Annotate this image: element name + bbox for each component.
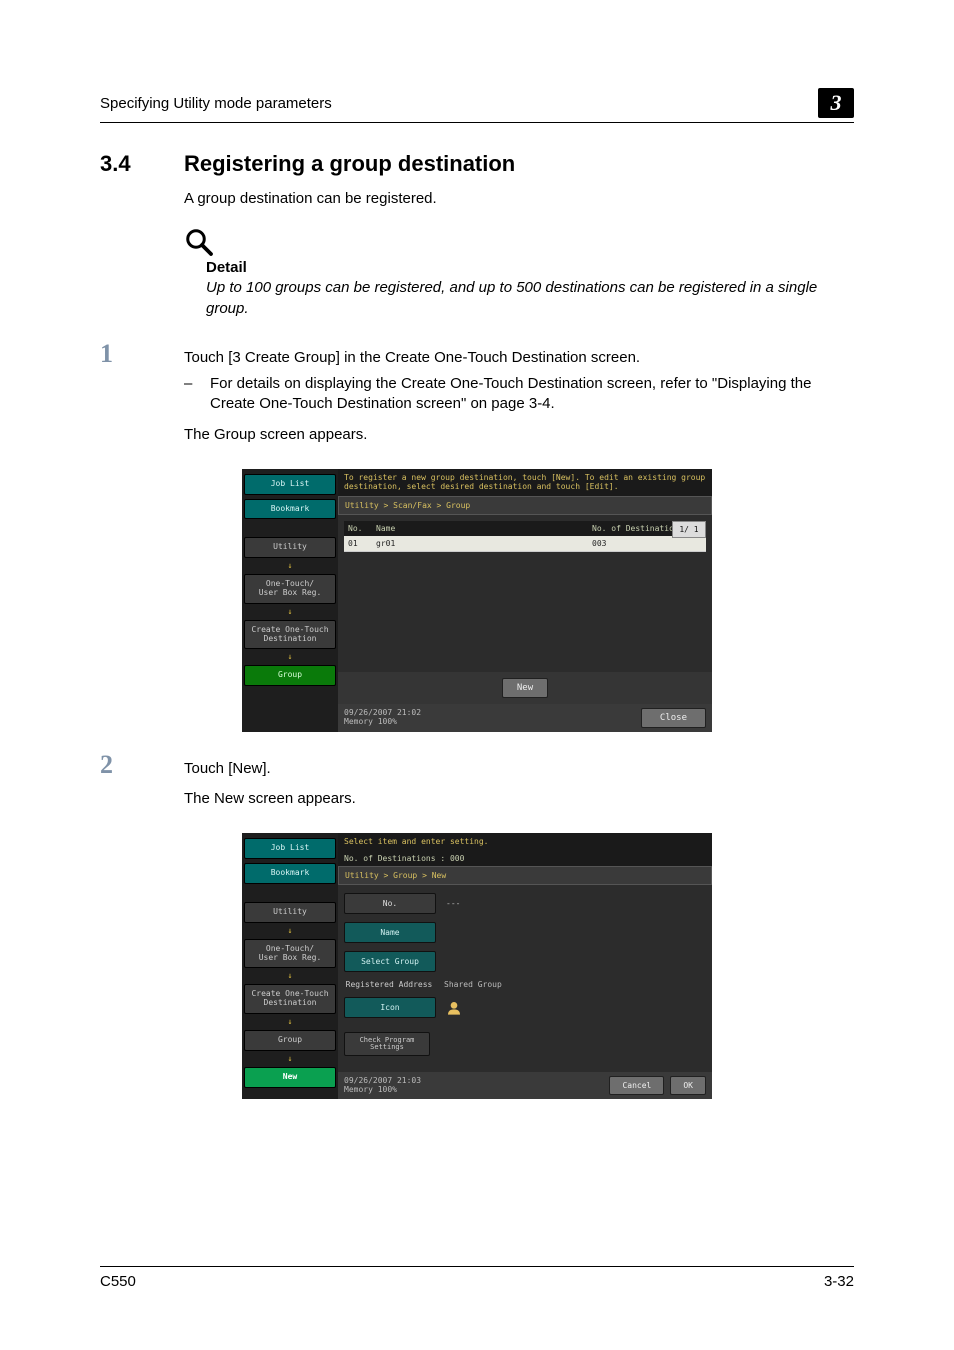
step-1-subtext: For details on displaying the Create One… (210, 374, 854, 415)
intro-paragraph: A group destination can be registered. (184, 189, 854, 209)
crumb-arrow-icon: ↓ (288, 608, 293, 616)
page-indicator: 1/ 1 (672, 521, 706, 538)
list-header: No. Name No. of Destinations (344, 521, 706, 536)
row-dest: 003 (592, 539, 702, 548)
no-field-value: --- (446, 899, 460, 908)
utility-crumb[interactable]: Utility (244, 902, 336, 923)
dash-bullet: – (184, 374, 196, 415)
crumb-arrow-icon: ↓ (288, 1055, 293, 1063)
create-one-touch-crumb[interactable]: Create One-Touch Destination (244, 620, 336, 650)
group-list-screenshot: Job List Bookmark Utility ↓ One-Touch/ U… (242, 469, 712, 732)
cancel-button[interactable]: Cancel (609, 1076, 664, 1095)
detail-note: Detail Up to 100 groups can be registere… (184, 227, 854, 319)
step-2-after: The New screen appears. (184, 789, 854, 809)
new-crumb[interactable]: New (244, 1067, 336, 1088)
running-header: Specifying Utility mode parameters (100, 95, 332, 112)
new-button[interactable]: New (502, 678, 548, 698)
step-1-text: Touch [3 Create Group] in the Create One… (184, 348, 854, 368)
destination-count: No. of Destinations : 000 (338, 851, 712, 866)
crumb-arrow-icon: ↓ (288, 562, 293, 570)
step-1-after: The Group screen appears. (184, 425, 854, 445)
footer-memory: Memory 100% (344, 718, 421, 727)
utility-crumb[interactable]: Utility (244, 537, 336, 558)
crumb-arrow-icon: ↓ (288, 653, 293, 661)
registered-address-value: Shared Group (444, 980, 502, 989)
group-crumb[interactable]: Group (244, 1030, 336, 1051)
job-list-button[interactable]: Job List (244, 474, 336, 495)
icon-button[interactable]: Icon (344, 997, 436, 1018)
detail-label: Detail (206, 259, 854, 276)
new-group-screenshot: Job List Bookmark Utility ↓ One-Touch/ U… (242, 833, 712, 1099)
step-number-1: 1 (100, 339, 160, 369)
name-button[interactable]: Name (344, 922, 436, 943)
bookmark-button[interactable]: Bookmark (244, 499, 336, 520)
section-number: 3.4 (100, 151, 160, 177)
create-one-touch-crumb[interactable]: Create One-Touch Destination (244, 984, 336, 1014)
crumb-arrow-icon: ↓ (288, 972, 293, 980)
col-no-header: No. (348, 524, 376, 533)
close-button[interactable]: Close (641, 708, 706, 728)
footer-memory: Memory 100% (344, 1086, 421, 1095)
instruction-bar: Select item and enter setting. (338, 833, 712, 851)
section-title: Registering a group destination (184, 151, 515, 177)
footer-model: C550 (100, 1273, 136, 1290)
select-group-button[interactable]: Select Group (344, 951, 436, 972)
one-touch-crumb[interactable]: One-Touch/ User Box Reg. (244, 939, 336, 969)
footer-page-number: 3-32 (824, 1273, 854, 1290)
crumb-arrow-icon: ↓ (288, 1018, 293, 1026)
job-list-button[interactable]: Job List (244, 838, 336, 859)
col-name-header: Name (376, 524, 592, 533)
registered-address-label: Registered Address (344, 980, 434, 989)
group-list-row[interactable]: 01 gr01 003 (344, 536, 706, 552)
ok-button[interactable]: OK (670, 1076, 706, 1095)
instruction-bar: To register a new group destination, tou… (338, 469, 712, 496)
magnifier-icon (184, 227, 214, 257)
breadcrumb: Utility > Group > New (338, 866, 712, 885)
row-name: gr01 (376, 539, 592, 548)
crumb-arrow-icon: ↓ (288, 927, 293, 935)
step-2-text: Touch [New]. (184, 759, 854, 779)
row-no: 01 (348, 539, 376, 548)
chapter-badge: 3 (818, 88, 854, 118)
breadcrumb: Utility > Scan/Fax > Group (338, 496, 712, 515)
no-field-label: No. (344, 893, 436, 914)
bookmark-button[interactable]: Bookmark (244, 863, 336, 884)
step-number-2: 2 (100, 750, 160, 780)
check-program-settings-button[interactable]: Check Program Settings (344, 1032, 430, 1056)
group-crumb[interactable]: Group (244, 665, 336, 686)
user-icon (446, 1000, 462, 1016)
one-touch-crumb[interactable]: One-Touch/ User Box Reg. (244, 574, 336, 604)
detail-text: Up to 100 groups can be registered, and … (206, 278, 854, 319)
